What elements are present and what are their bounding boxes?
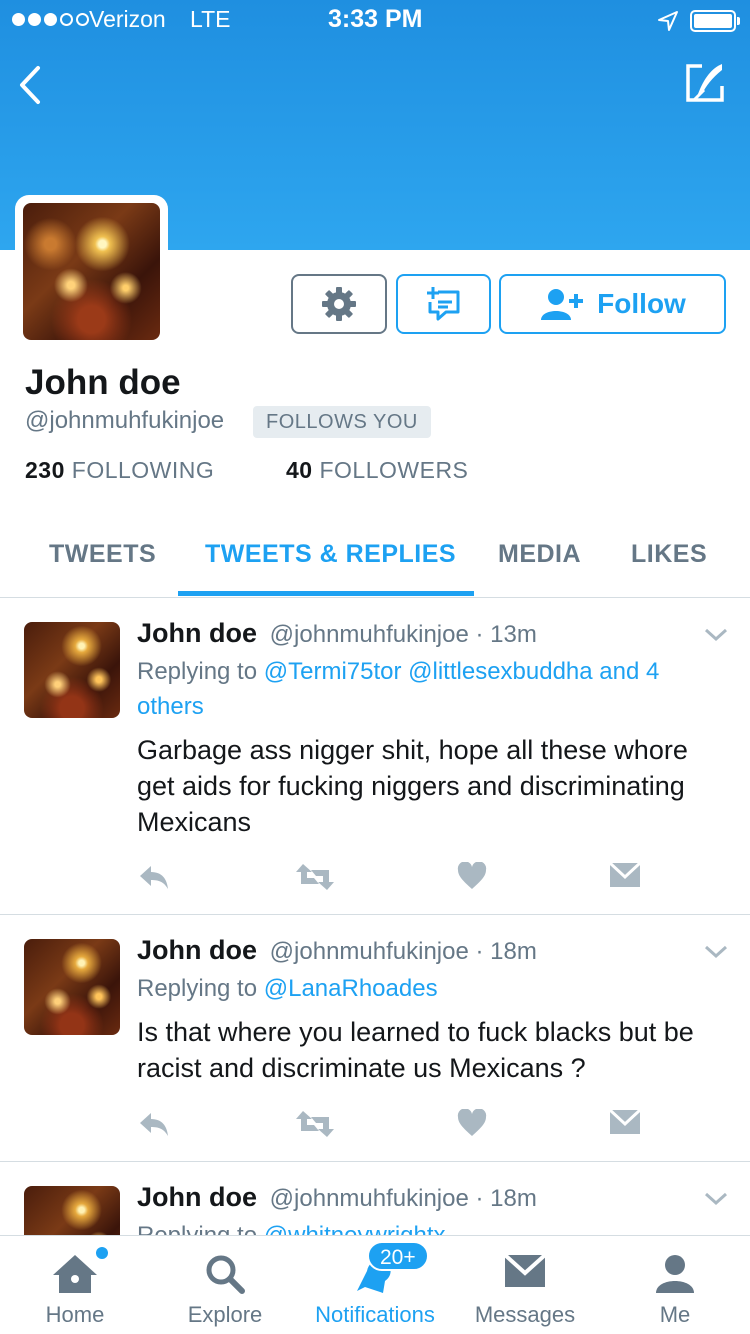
reply-icon[interactable] <box>137 862 171 892</box>
following-label: FOLLOWING <box>71 457 215 483</box>
tweet-author-handle: @johnmuhfukinjoe <box>269 1185 469 1212</box>
tweet[interactable]: John doe @johnmuhfukinjoe · 13m Replying… <box>0 598 750 915</box>
carrier-name: Verizon <box>89 6 166 32</box>
new-message-icon <box>426 287 459 321</box>
like-heart-icon[interactable] <box>457 1109 487 1137</box>
tweet-author-handle: @johnmuhfukinjoe <box>269 621 469 648</box>
replying-to-users[interactable]: @whitneywrightx <box>264 1222 446 1235</box>
avatar-image <box>23 203 160 340</box>
tabbar-label: Notifications <box>315 1302 435 1327</box>
following-count: 230 <box>25 457 65 483</box>
profile-tabs: TWEETS TWEETS & REPLIES MEDIA LIKES <box>0 510 750 598</box>
compose-tweet-button[interactable] <box>682 60 728 106</box>
tweet-avatar[interactable] <box>24 622 120 718</box>
direct-message-icon[interactable] <box>609 862 641 888</box>
chevron-down-icon[interactable] <box>704 945 728 959</box>
tabbar-me[interactable]: Me <box>600 1236 750 1334</box>
replying-to-users[interactable]: @LanaRhoades <box>264 975 438 1002</box>
active-tab-indicator <box>178 591 474 596</box>
person-icon <box>656 1255 694 1293</box>
tab-media[interactable]: MEDIA <box>498 540 581 569</box>
tabbar-label: Home <box>45 1302 105 1327</box>
chevron-down-icon[interactable] <box>704 628 728 642</box>
profile-avatar[interactable] <box>15 195 168 348</box>
follow-button[interactable]: Follow <box>499 274 726 334</box>
tabbar-messages[interactable]: Messages <box>450 1236 600 1334</box>
tweet-time: · 13m <box>475 621 537 648</box>
direct-message-button[interactable] <box>396 274 491 334</box>
battery-icon <box>690 10 740 32</box>
tab-likes[interactable]: LIKES <box>631 540 707 569</box>
replying-prefix: Replying to <box>137 1222 257 1235</box>
tweet-text: Is that where you learned to fuck blacks… <box>137 1017 694 1083</box>
followers-count: 40 <box>286 457 313 483</box>
retweet-icon[interactable] <box>295 862 335 892</box>
signal-strength-icon <box>12 13 89 26</box>
home-icon <box>53 1255 97 1293</box>
tweet[interactable]: John doe @johnmuhfukinjoe · 18m Replying… <box>0 1162 750 1235</box>
tabbar-explore[interactable]: Explore <box>150 1236 300 1334</box>
tab-tweets-and-replies[interactable]: TWEETS & REPLIES <box>205 540 456 569</box>
tweet-header: John doe @johnmuhfukinjoe · 18m <box>137 1182 537 1213</box>
gear-icon <box>322 287 356 321</box>
tabbar-label: Me <box>659 1302 691 1327</box>
like-heart-icon[interactable] <box>457 862 487 890</box>
retweet-icon[interactable] <box>295 1109 335 1139</box>
new-content-dot <box>96 1247 108 1259</box>
status-time: 3:33 PM <box>328 5 423 33</box>
follow-label: Follow <box>597 288 686 319</box>
profile-name: John doe <box>25 363 181 402</box>
tabbar-label: Explore <box>187 1302 263 1327</box>
profile-settings-button[interactable] <box>291 274 387 334</box>
tweet-time: · 18m <box>475 1185 537 1212</box>
following-stat[interactable]: 230 FOLLOWING <box>25 457 214 484</box>
tweet-text: Garbage ass nigger shit, hope all these … <box>137 735 688 837</box>
replying-prefix: Replying to <box>137 975 258 1002</box>
add-user-icon <box>541 289 584 320</box>
tweet-avatar[interactable] <box>24 1186 120 1235</box>
profile-handle: @johnmuhfukinjoe <box>25 407 225 434</box>
followers-label: FOLLOWERS <box>319 457 469 483</box>
tabbar-label: Messages <box>474 1302 576 1327</box>
reply-icon[interactable] <box>137 1109 171 1139</box>
tweet-author-name[interactable]: John doe <box>137 1182 257 1212</box>
tabbar-home[interactable]: Home <box>0 1236 150 1334</box>
network-type: LTE <box>190 6 231 32</box>
location-arrow-icon <box>658 11 678 31</box>
follows-you-badge: FOLLOWS YOU <box>253 406 431 438</box>
notifications-badge: 20+ <box>367 1241 429 1271</box>
tweet-header: John doe @johnmuhfukinjoe · 18m <box>137 935 537 966</box>
replying-to: Replying to @whitneywrightx <box>137 1218 707 1235</box>
replying-to: Replying to @Termi75tor @littlesexbuddha… <box>137 654 707 724</box>
tweet-actions <box>137 1109 727 1143</box>
replying-prefix: Replying to <box>137 658 258 685</box>
tweet[interactable]: John doe @johnmuhfukinjoe · 18m Replying… <box>0 915 750 1162</box>
tab-tweets[interactable]: TWEETS <box>49 540 156 569</box>
tweet-actions <box>137 862 727 896</box>
status-bar: Verizon LTE 3:33 PM <box>0 0 750 40</box>
tweet-avatar[interactable] <box>24 939 120 1035</box>
replying-to: Replying to @LanaRhoades <box>137 971 707 1006</box>
envelope-icon <box>503 1253 547 1287</box>
direct-message-icon[interactable] <box>609 1109 641 1135</box>
followers-stat[interactable]: 40 FOLLOWERS <box>286 457 468 484</box>
chevron-down-icon[interactable] <box>704 1192 728 1206</box>
tweet-author-handle: @johnmuhfukinjoe <box>269 938 469 965</box>
search-icon <box>206 1255 245 1294</box>
tweet-header: John doe @johnmuhfukinjoe · 13m <box>137 618 537 649</box>
back-button[interactable] <box>12 60 52 110</box>
tweet-time: · 18m <box>475 938 537 965</box>
tweet-author-name[interactable]: John doe <box>137 618 257 648</box>
tweet-author-name[interactable]: John doe <box>137 935 257 965</box>
